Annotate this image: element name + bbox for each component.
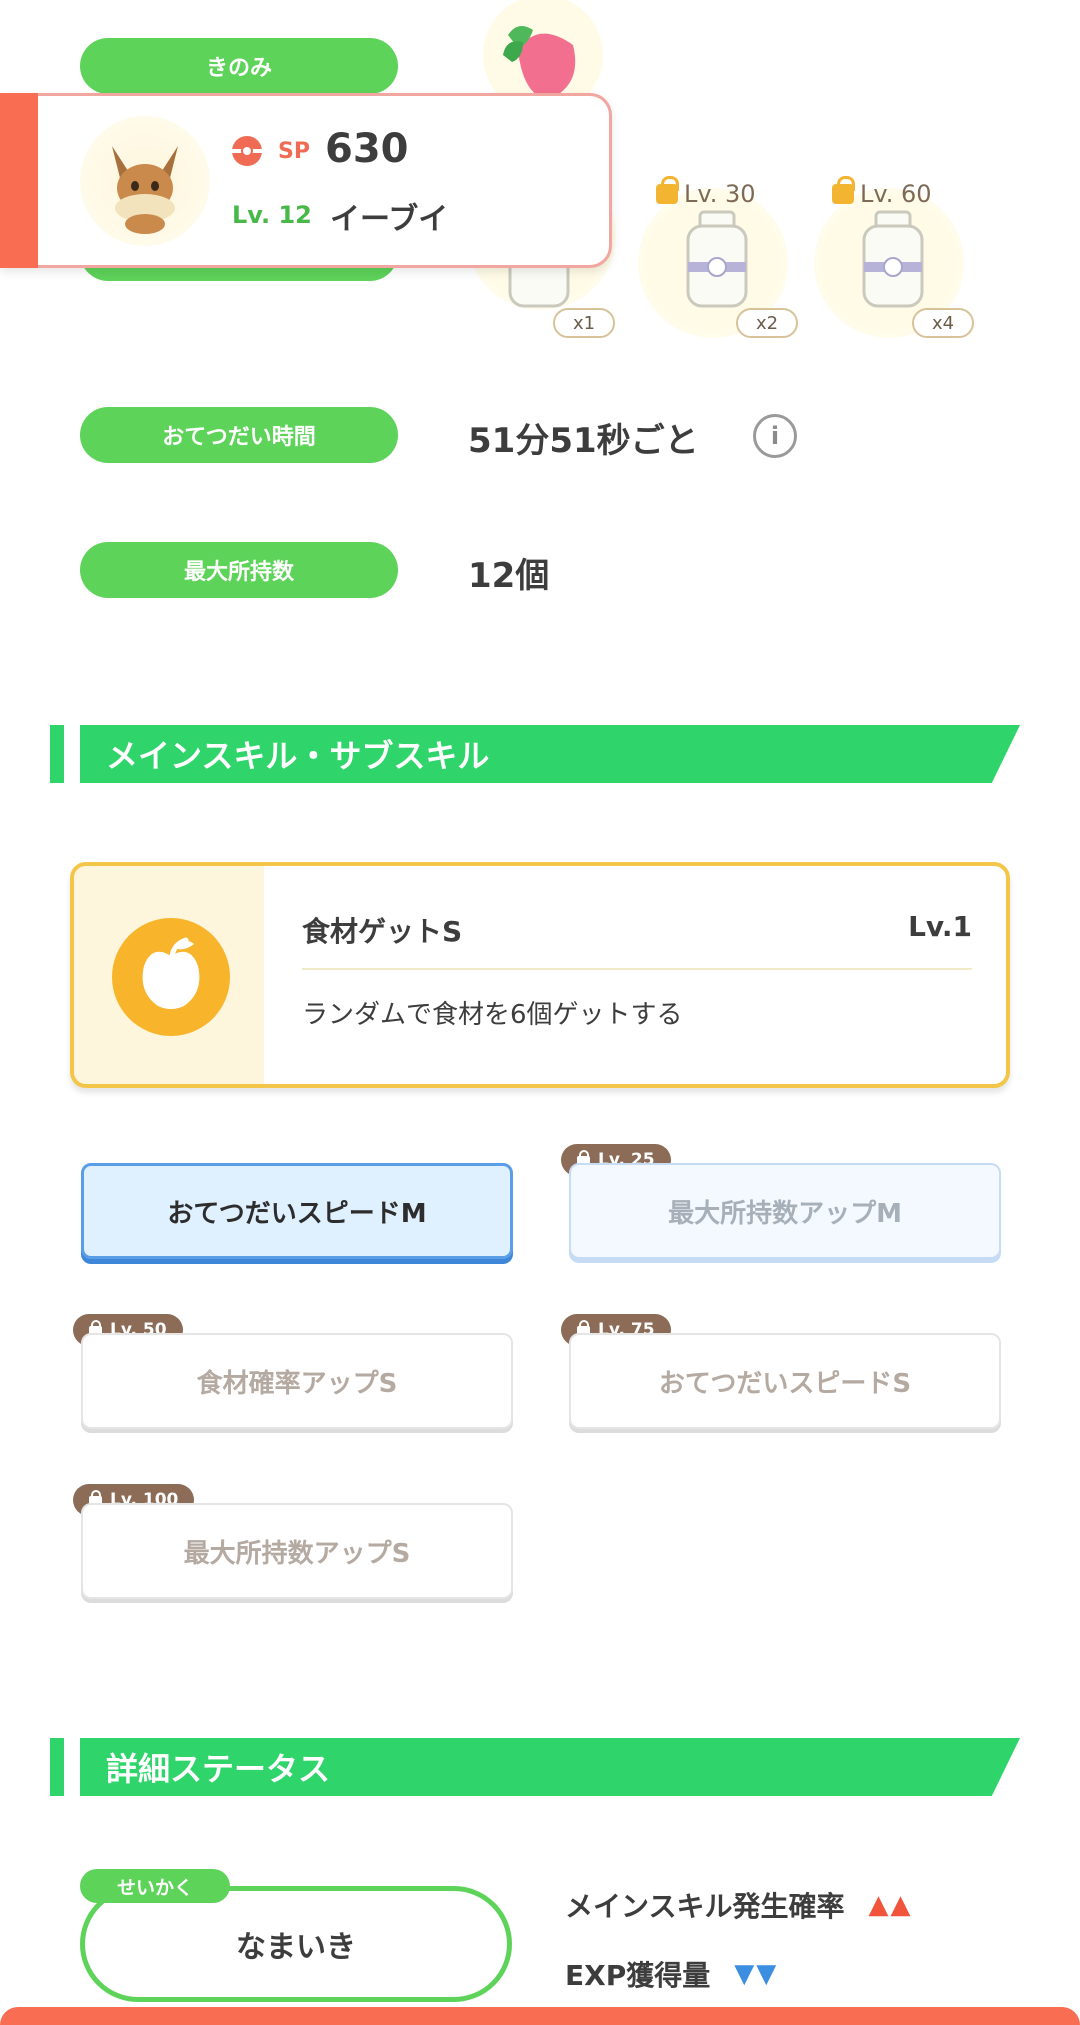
effect-label: メインスキル発生確率: [565, 1890, 845, 1923]
nature-box[interactable]: なまいき: [80, 1886, 512, 2002]
sub-skill-3[interactable]: 食材確率アップS: [81, 1333, 513, 1429]
sp-tag: SP: [278, 139, 310, 164]
bottle-icon: [686, 210, 748, 308]
slot-lock-level: Lv. 30: [684, 180, 756, 208]
main-skill-card[interactable]: 食材ゲットS Lv.1 ランダムで食材を6個ゲットする: [70, 862, 1010, 1088]
eevee-icon: [112, 146, 178, 234]
header-stub: [50, 1738, 64, 1796]
slot-lock-3: Lv. 60: [832, 176, 932, 208]
pokemon-avatar: [80, 116, 210, 246]
effect-label: EXP獲得量: [565, 1959, 711, 1992]
berry-slot-2[interactable]: Lv. 30 x2: [636, 176, 806, 340]
sub-skill-1[interactable]: おてつだいスピードM: [81, 1163, 513, 1259]
pokemon-summary-card[interactable]: SP 630 Lv. 12 イーブイ: [0, 93, 612, 268]
help-time-value: 51分51秒ごと: [468, 421, 699, 461]
help-time-label: おてつだい時間: [80, 407, 398, 463]
berry-slot-3[interactable]: Lv. 60 x4: [812, 176, 982, 340]
slot-lock-level: Lv. 60: [860, 180, 932, 208]
effect-exp: EXP獲得量 ▼▼: [565, 1954, 778, 1994]
multiplier-badge: x1: [553, 308, 615, 338]
pokemon-name: イーブイ: [330, 202, 449, 237]
divider: [302, 968, 972, 970]
lock-icon: [656, 176, 679, 204]
multiplier-badge: x4: [912, 308, 974, 338]
skills-section-title: メインスキル・サブスキル: [80, 725, 1020, 783]
details-section-header: 詳細ステータス: [50, 1738, 1020, 1796]
max-carry-label: 最大所持数: [80, 542, 398, 598]
main-skill-level: Lv.1: [908, 910, 972, 943]
sub-skill-2[interactable]: 最大所持数アップM: [569, 1163, 1001, 1259]
max-carry-value: 12個: [468, 556, 550, 596]
main-skill-description: ランダムで食材を6個ゲットする: [302, 1000, 683, 1030]
apple-icon: [142, 937, 200, 1009]
slot-lock-2: Lv. 30: [656, 176, 756, 208]
card-accent: [0, 93, 38, 268]
lock-icon: [832, 176, 855, 204]
skill-icon-disc: [112, 918, 230, 1036]
pokemon-level: Lv. 12: [232, 201, 312, 229]
sub-skill-4[interactable]: おてつだいスピードS: [569, 1333, 1001, 1429]
skills-section-header: メインスキル・サブスキル: [50, 725, 1020, 783]
multiplier-badge: x2: [736, 308, 798, 338]
down-arrows-icon: ▼▼: [734, 1959, 779, 1989]
sp-value: 630: [325, 126, 409, 172]
up-arrows-icon: ▲▲: [868, 1890, 913, 1920]
berry-label: きのみ: [80, 38, 398, 94]
bottle-icon: [862, 210, 924, 308]
info-icon[interactable]: i: [753, 414, 797, 458]
bottom-bar: [0, 2007, 1080, 2025]
sub-skill-5[interactable]: 最大所持数アップS: [81, 1503, 513, 1599]
pokeball-icon: [232, 136, 262, 166]
main-skill-name: 食材ゲットS: [302, 915, 463, 948]
effect-main-skill: メインスキル発生確率 ▲▲: [565, 1885, 912, 1925]
header-stub: [50, 725, 64, 783]
details-section-title: 詳細ステータス: [80, 1738, 1020, 1796]
nature-tag: せいかく: [80, 1869, 230, 1903]
